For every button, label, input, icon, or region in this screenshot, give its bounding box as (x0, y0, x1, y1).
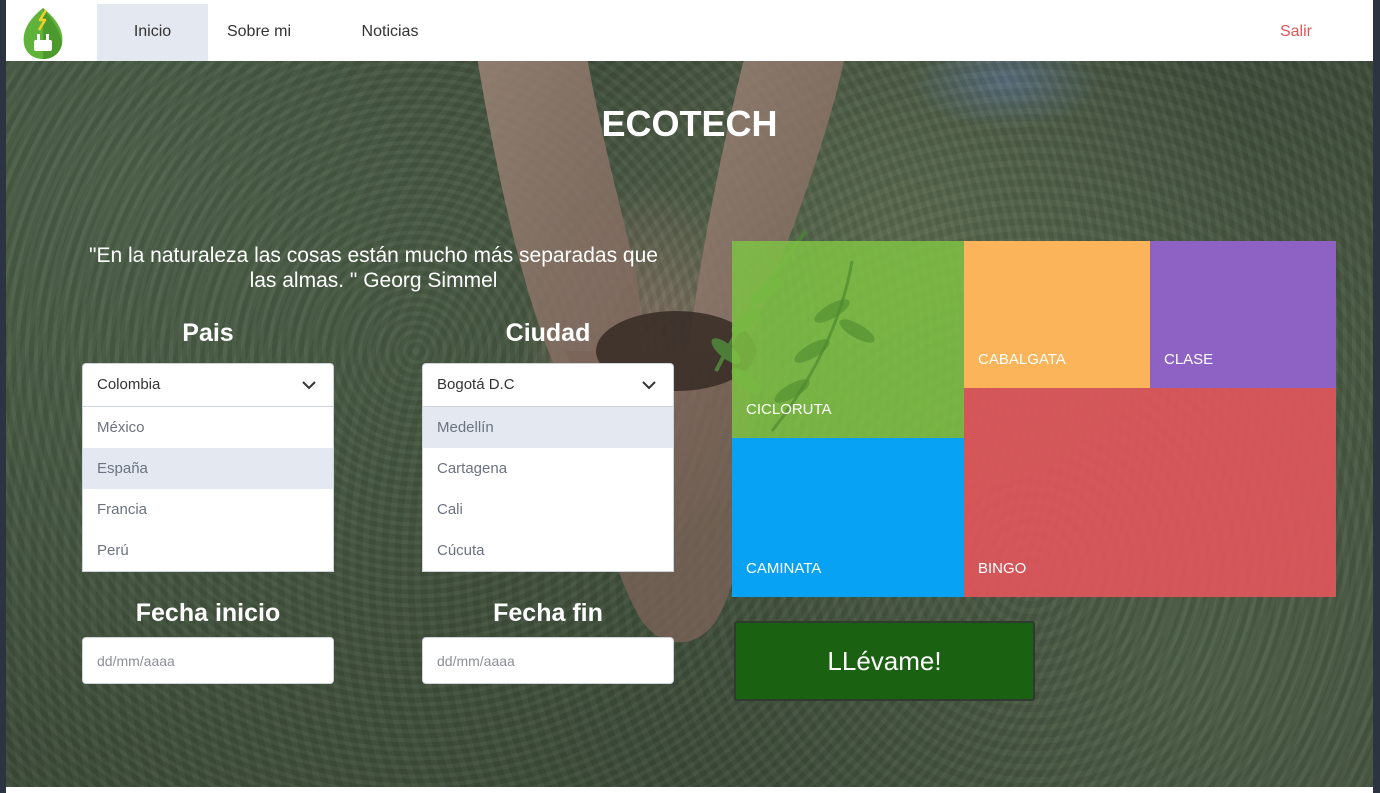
tile-bingo[interactable]: BINGO (964, 388, 1336, 597)
country-option-peru[interactable]: Perú (83, 530, 333, 571)
country-label: Pais (182, 319, 234, 347)
country-option-mexico[interactable]: México (83, 407, 333, 448)
city-option-cucuta[interactable]: Cúcuta (423, 530, 673, 571)
city-options-list: Medellín Cartagena Cali Cúcuta (422, 407, 674, 572)
tile-clase[interactable]: CLASE (1150, 241, 1336, 388)
country-option-espana[interactable]: España (83, 448, 333, 489)
nav-noticias[interactable]: Noticias (346, 4, 434, 61)
take-me-button[interactable]: LLévame! (734, 621, 1035, 701)
top-navbar: Inicio Sobre mi Noticias Salir (6, 0, 1373, 61)
country-options-list: México España Francia Perú (82, 407, 334, 572)
end-date-input[interactable] (422, 637, 674, 684)
footer-strip (6, 787, 1373, 793)
leaf-plug-logo-icon[interactable] (20, 6, 66, 60)
tile-ciclopruta[interactable]: CICLORUTA (732, 241, 964, 438)
tile-label: CABALGATA (978, 351, 1066, 368)
city-selected-value: Bogotá D.C (437, 376, 515, 393)
tile-label: CLASE (1164, 351, 1214, 368)
nav-sobre-mi[interactable]: Sobre mi (216, 4, 302, 61)
tile-cabalgata[interactable]: CABALGATA (964, 241, 1150, 388)
end-date-label: Fecha fin (493, 599, 603, 627)
app-frame: Inicio Sobre mi Noticias Salir ECOTECH "… (6, 0, 1373, 793)
country-select[interactable]: Colombia (82, 363, 334, 407)
city-option-cartagena[interactable]: Cartagena (423, 448, 673, 489)
page-title: ECOTECH (601, 103, 778, 144)
quote-line-2: las almas. " Georg Simmel (249, 269, 498, 292)
logout-link[interactable]: Salir (1268, 4, 1324, 61)
city-option-cali[interactable]: Cali (423, 489, 673, 530)
chevron-down-icon (642, 381, 656, 390)
nav-inicio[interactable]: Inicio (97, 4, 208, 61)
hero-section: ECOTECH "En la naturaleza las cosas está… (6, 61, 1373, 787)
city-select[interactable]: Bogotá D.C (422, 363, 674, 407)
quote-line-1: "En la naturaleza las cosas están mucho … (89, 244, 658, 267)
city-label: Ciudad (505, 319, 591, 347)
tile-label: CICLORUTA (746, 401, 832, 418)
tile-label: BINGO (978, 560, 1027, 577)
country-option-francia[interactable]: Francia (83, 489, 333, 530)
tile-caminata[interactable]: CAMINATA (732, 438, 964, 597)
start-date-label: Fecha inicio (135, 599, 281, 627)
quote-text: "En la naturaleza las cosas están mucho … (61, 243, 686, 293)
activity-tiles: CICLORUTA CABALGATA CLASE CAMINATA BINGO (732, 241, 1336, 597)
start-date-input[interactable] (82, 637, 334, 684)
chevron-down-icon (302, 381, 316, 390)
tile-label: CAMINATA (746, 560, 822, 577)
country-selected-value: Colombia (97, 376, 161, 393)
city-option-medellin[interactable]: Medellín (423, 407, 673, 448)
